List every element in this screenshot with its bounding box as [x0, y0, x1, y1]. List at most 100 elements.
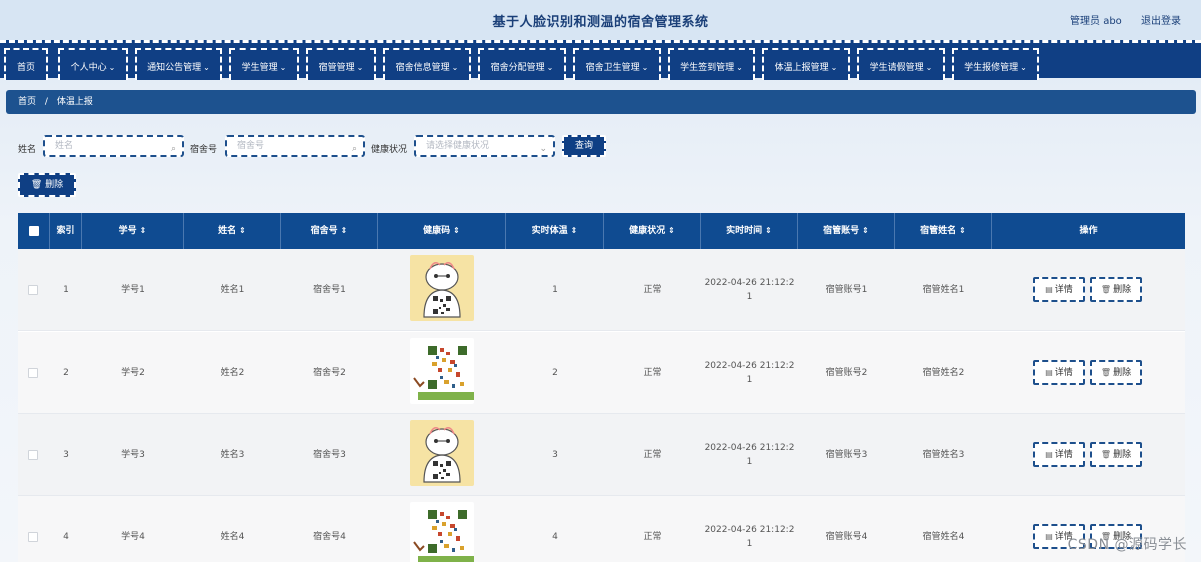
- document-icon: ▤: [1045, 285, 1053, 294]
- health-label: 健康状况: [371, 145, 408, 155]
- table-row: 4 学号4 姓名4 宿舍号4 4 正常 2022-04-26 21:12:2 1 宿管账号4 宿管…: [18, 496, 1185, 562]
- sort-icon: ⇕: [340, 226, 348, 235]
- chevron-down-icon: ⌄: [546, 63, 554, 72]
- nav-item-personal[interactable]: 个人中心 ⌄: [58, 48, 128, 80]
- col-health-code[interactable]: 健康码 ⇕: [378, 213, 506, 249]
- user-info: 管理员 abo 退出登录: [1054, 12, 1181, 27]
- cell-dorm: 宿舍号3: [313, 450, 346, 460]
- nav-item-dorm-assign[interactable]: 宿舍分配管理 ⌄: [478, 48, 566, 80]
- nav-item-dorm-hygiene[interactable]: 宿舍卫生管理 ⌄: [573, 48, 661, 80]
- cell-time-line1: 2022-04-26 21:12:2: [704, 443, 795, 453]
- col-dorm[interactable]: 宿舍号 ⇕: [281, 213, 378, 249]
- health-code-image[interactable]: [410, 338, 474, 404]
- chevron-down-icon: ⌄: [641, 63, 649, 72]
- col-manager-name[interactable]: 宿管姓名 ⇕: [895, 213, 992, 249]
- cell-dorm: 宿舍号1: [313, 285, 346, 295]
- col-manager-account[interactable]: 宿管账号 ⇕: [798, 213, 895, 249]
- col-name[interactable]: 姓名 ⇕: [184, 213, 281, 249]
- table-header: 索引 学号 ⇕ 姓名 ⇕ 宿舍号 ⇕ 健康码 ⇕ 实时体温 ⇕ 健康状况 ⇕ 实时时间 ⇕ 宿…: [18, 213, 1185, 249]
- cell-dorm: 宿舍号2: [313, 368, 346, 378]
- cell-index: 3: [63, 450, 69, 460]
- delete-button[interactable]: 🗑 删除: [1090, 442, 1142, 467]
- nav-item-temperature[interactable]: 体温上报管理 ⌄: [762, 48, 850, 80]
- batch-delete-button[interactable]: 🗑 删除: [18, 173, 76, 197]
- health-code-image[interactable]: [410, 255, 474, 321]
- nav-item-student[interactable]: 学生管理 ⌄: [229, 48, 299, 80]
- cell-student-no: 学号4: [121, 532, 145, 542]
- cell-time-line1: 2022-04-26 21:12:2: [704, 525, 795, 535]
- cell-manager-account: 宿管账号1: [825, 285, 868, 295]
- cell-health: 正常: [643, 532, 662, 542]
- delete-button[interactable]: 🗑 删除: [1090, 277, 1142, 302]
- main-nav: 首页 个人中心 ⌄ 通知公告管理 ⌄ 学生管理 ⌄ 宿管管理 ⌄ 宿舍信息管理 ⌄ 宿舍分…: [0, 40, 1201, 80]
- cell-time-line1: 2022-04-26 21:12:2: [704, 361, 795, 371]
- breadcrumb-current: 体温上报: [56, 97, 93, 107]
- nav-item-home[interactable]: 首页: [4, 48, 48, 80]
- table-row: 2 学号2 姓名2 宿舍号2 2 正常 2022-04-26 21:12:2 1 宿管账号2 宿管…: [18, 332, 1185, 414]
- cell-manager-name: 宿管姓名1: [922, 285, 965, 295]
- col-health-status[interactable]: 健康状况 ⇕: [604, 213, 701, 249]
- document-icon: ▤: [1045, 532, 1053, 541]
- col-temperature[interactable]: 实时体温 ⇕: [506, 213, 604, 249]
- health-select[interactable]: 请选择健康状况 ⌄: [414, 135, 555, 157]
- cell-time: 2022-04-26 21:12:2 1: [701, 414, 798, 496]
- dorm-label: 宿舍号: [190, 145, 218, 155]
- sort-icon: ⇕: [668, 226, 675, 235]
- detail-button[interactable]: ▤ 详情: [1033, 360, 1085, 385]
- sort-icon: ⇕: [959, 226, 966, 235]
- cell-index: 2: [63, 368, 69, 378]
- site-title: 基于人脸识别和测温的宿舍管理系统: [492, 15, 709, 30]
- chevron-down-icon: ⌄: [736, 63, 743, 72]
- cell-temp: 4: [552, 532, 558, 542]
- cell-manager-account: 宿管账号3: [825, 450, 868, 460]
- sort-icon: ⇕: [139, 226, 147, 235]
- row-checkbox[interactable]: [28, 450, 38, 460]
- health-code-image[interactable]: [410, 502, 474, 562]
- row-checkbox[interactable]: [28, 285, 38, 295]
- logout-link[interactable]: 退出登录: [1141, 16, 1181, 27]
- chevron-down-icon: ⌄: [539, 144, 547, 154]
- header-select-all-cell: [18, 213, 50, 249]
- cell-time-line2: 1: [746, 457, 753, 467]
- sort-icon: ⇕: [765, 226, 772, 235]
- cell-name: 姓名3: [220, 450, 245, 460]
- nav-item-dorm-manager[interactable]: 宿管管理 ⌄: [306, 48, 376, 80]
- col-student-no[interactable]: 学号 ⇕: [82, 213, 184, 249]
- nav-item-dorm-info[interactable]: 宿舍信息管理 ⌄: [383, 48, 471, 80]
- delete-button[interactable]: 🗑 删除: [1090, 360, 1142, 385]
- row-checkbox[interactable]: [28, 532, 38, 542]
- user-name[interactable]: 管理员 abo: [1070, 16, 1122, 27]
- cell-index: 4: [63, 532, 69, 542]
- dorm-search-input[interactable]: 宿舍号 ⌕: [225, 135, 365, 157]
- nav-item-leave[interactable]: 学生请假管理 ⌄: [857, 48, 945, 80]
- col-time[interactable]: 实时时间 ⇕: [701, 213, 798, 249]
- col-index: 索引: [50, 213, 82, 249]
- document-icon: ▤: [1045, 450, 1053, 459]
- cell-name: 姓名1: [220, 285, 245, 295]
- health-code-image[interactable]: [410, 420, 474, 486]
- row-checkbox[interactable]: [28, 368, 38, 378]
- detail-button[interactable]: ▤ 详情: [1033, 277, 1085, 302]
- cell-health: 正常: [643, 450, 662, 460]
- cell-dorm: 宿舍号4: [313, 532, 346, 542]
- name-search-input[interactable]: 姓名 ⌕: [43, 135, 184, 157]
- cell-time: 2022-04-26 21:12:2 1: [701, 496, 798, 562]
- nav-item-notice[interactable]: 通知公告管理 ⌄: [135, 48, 222, 80]
- sort-icon: ⇕: [862, 226, 869, 235]
- sort-icon: ⇕: [239, 226, 246, 235]
- search-icon: ⌕: [351, 144, 357, 154]
- sort-icon: ⇕: [453, 226, 460, 235]
- nav-item-repair[interactable]: 学生报修管理 ⌄: [952, 48, 1039, 80]
- detail-button[interactable]: ▤ 详情: [1033, 442, 1085, 467]
- cell-time: 2022-04-26 21:12:2 1: [701, 332, 798, 414]
- table-row: 1 学号1 姓名1 宿舍号1 1 正常 2022-04-26 21:12:2 1 宿管账号1 宿管…: [18, 249, 1185, 331]
- cell-time: 2022-04-26 21:12:2 1: [701, 249, 798, 331]
- cell-student-no: 学号2: [121, 368, 145, 378]
- trash-icon: 🗑: [1100, 285, 1112, 294]
- breadcrumb-home[interactable]: 首页: [18, 97, 36, 107]
- sort-icon: ⇕: [570, 226, 578, 235]
- nav-item-checkin[interactable]: 学生签到管理 ⌄: [668, 48, 755, 80]
- select-all-checkbox[interactable]: [29, 226, 39, 236]
- cell-manager-name: 宿管姓名4: [922, 532, 965, 542]
- query-button[interactable]: 查询: [562, 135, 606, 157]
